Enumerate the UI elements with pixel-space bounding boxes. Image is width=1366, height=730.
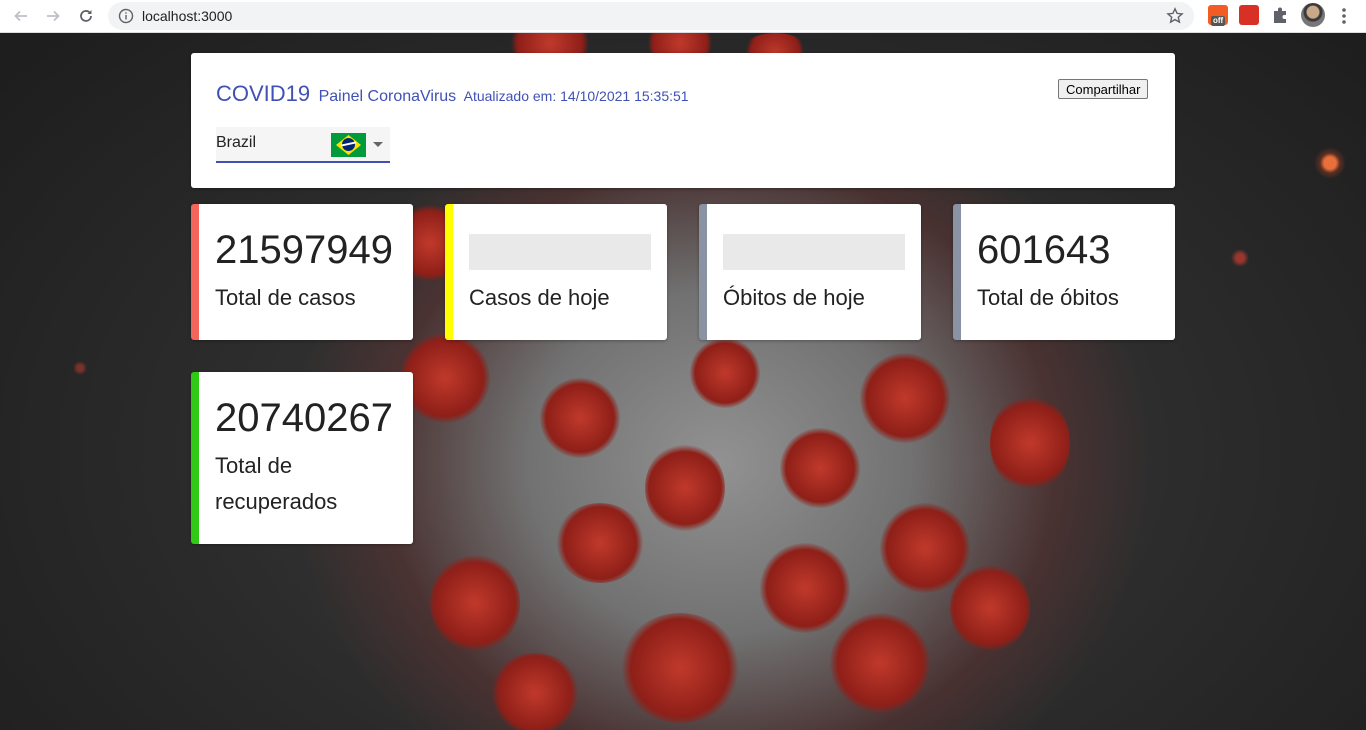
deaths-today-label: Óbitos de hoje <box>723 285 865 310</box>
chevron-down-icon <box>373 142 383 147</box>
arrow-right-icon <box>47 10 60 22</box>
menu-dots-icon[interactable] <box>1334 6 1354 26</box>
brazil-flag-icon <box>331 133 366 157</box>
extensions-puzzle-icon[interactable] <box>1270 5 1290 25</box>
url-text: localhost:3000 <box>142 8 233 24</box>
total-cases-card: 21597949 Total de casos <box>191 204 413 340</box>
deaths-today-card: Óbitos de hoje <box>699 204 921 340</box>
forward-button[interactable] <box>41 4 65 28</box>
header-card: COVID19 Painel CoronaVirus Atualizado em… <box>191 53 1175 188</box>
arrow-left-icon <box>14 10 27 22</box>
address-bar[interactable]: localhost:3000 <box>108 2 1194 30</box>
updated-timestamp: Atualizado em: 14/10/2021 15:35:51 <box>463 88 689 104</box>
cases-today-label: Casos de hoje <box>469 285 610 310</box>
total-cases-value: 21597949 <box>215 228 393 272</box>
total-recovered-value: 20740267 <box>215 396 393 440</box>
total-recovered-card: 20740267 Total de recuperados <box>191 372 413 544</box>
total-recovered-label-line2: recuperados <box>215 489 338 514</box>
back-button[interactable] <box>9 4 33 28</box>
extension-badge: off <box>1211 16 1226 26</box>
page-title: COVID19 Painel CoronaVirus Atualizado em… <box>216 81 689 107</box>
total-cases-label: Total de casos <box>215 285 356 310</box>
country-select[interactable]: Brazil <box>216 127 390 163</box>
total-recovered-label-line1: Total de <box>215 453 293 478</box>
cases-today-loading-placeholder <box>469 234 651 270</box>
bookmark-star-icon[interactable] <box>1166 7 1184 25</box>
share-button[interactable]: Compartilhar <box>1058 79 1149 99</box>
info-icon[interactable] <box>118 8 134 24</box>
title-text: COVID19 <box>216 81 311 106</box>
total-deaths-value: 601643 <box>977 228 1111 272</box>
subtitle-text: Painel CoronaVirus <box>318 88 457 105</box>
cases-today-card: Casos de hoje <box>445 204 667 340</box>
extension-red-icon[interactable] <box>1239 5 1259 25</box>
reload-button[interactable] <box>74 4 98 28</box>
extension-off-icon[interactable]: off <box>1208 5 1228 26</box>
total-deaths-card: 601643 Total de óbitos <box>953 204 1175 340</box>
total-deaths-label: Total de óbitos <box>977 285 1119 310</box>
browser-toolbar: localhost:3000 off <box>0 0 1366 33</box>
reload-icon <box>80 10 92 22</box>
profile-avatar[interactable] <box>1301 3 1325 27</box>
deaths-today-loading-placeholder <box>723 234 905 270</box>
country-select-value: Brazil <box>216 134 257 151</box>
